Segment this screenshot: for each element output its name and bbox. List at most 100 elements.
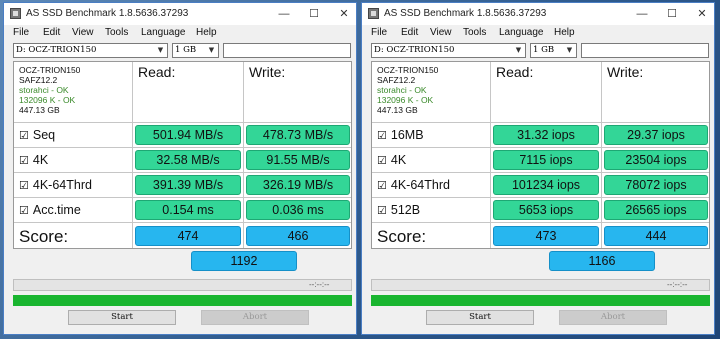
chevron-down-icon: ▼ xyxy=(566,46,573,54)
16mb-write-value: 29.37 iops xyxy=(604,125,708,145)
menu-language[interactable]: Language xyxy=(499,27,544,38)
title-bar[interactable]: AS SSD Benchmark 1.8.5636.37293 — ☐ ✕ xyxy=(362,3,714,25)
drive-select-value: D: OCZ-TRION150 xyxy=(374,45,455,55)
drive-info: OCZ-TRION150 SAFZ12.2 storahci - OK 1320… xyxy=(377,65,438,115)
elapsed-time: --:--:-- xyxy=(667,280,688,289)
score-write: 466 xyxy=(246,226,350,246)
checked-checkbox-icon[interactable]: ☑ xyxy=(19,154,29,167)
progress-bar xyxy=(371,295,710,306)
drive-select[interactable]: D: OCZ-TRION150 ▼ xyxy=(13,43,168,58)
drive-model: OCZ-TRION150 xyxy=(19,65,81,75)
menu-edit[interactable]: Edit xyxy=(401,27,418,38)
size-select-value: 1 GB xyxy=(175,45,197,55)
checked-checkbox-icon[interactable]: ☑ xyxy=(19,129,29,142)
score-total: 1192 xyxy=(191,251,297,271)
test-4k-64thrd[interactable]: ☑ 4K-64Thrd xyxy=(19,178,92,192)
results-grid: OCZ-TRION150 SAFZ12.2 storahci - OK 1320… xyxy=(371,61,710,271)
alignment-status: 132096 K - OK xyxy=(377,95,434,105)
menu-view[interactable]: View xyxy=(72,27,94,38)
16mb-read-value: 31.32 iops xyxy=(493,125,599,145)
progress-bar xyxy=(13,295,352,306)
close-icon[interactable]: ✕ xyxy=(336,6,352,22)
benchmark-window-iops: AS SSD Benchmark 1.8.5636.37293 — ☐ ✕ Fi… xyxy=(361,2,715,335)
4k64-read-value: 391.39 MB/s xyxy=(135,175,241,195)
chevron-down-icon: ▼ xyxy=(208,46,215,54)
checked-checkbox-icon[interactable]: ☑ xyxy=(19,179,29,192)
menu-bar: File Edit View Tools Language Help xyxy=(362,25,714,41)
test-acc-time[interactable]: ☑ Acc.time xyxy=(19,203,81,217)
4k-write-value: 23504 iops xyxy=(604,150,708,170)
chevron-down-icon: ▼ xyxy=(515,46,522,54)
window-title: AS SSD Benchmark 1.8.5636.37293 xyxy=(26,8,189,19)
4k-read-value: 32.58 MB/s xyxy=(135,150,241,170)
driver-status: storahci - OK xyxy=(377,85,427,95)
checked-checkbox-icon[interactable]: ☑ xyxy=(19,204,29,217)
score-total: 1166 xyxy=(549,251,655,271)
app-icon xyxy=(10,8,21,19)
driver-status: storahci - OK xyxy=(19,85,69,95)
test-512b[interactable]: ☑ 512B xyxy=(377,203,420,217)
menu-tools[interactable]: Tools xyxy=(105,27,128,38)
4k64-write-value: 78072 iops xyxy=(604,175,708,195)
chevron-down-icon: ▼ xyxy=(157,46,164,54)
maximize-icon[interactable]: ☐ xyxy=(306,6,322,22)
menu-file[interactable]: File xyxy=(13,27,29,38)
score-read: 474 xyxy=(135,226,241,246)
size-select[interactable]: 1 GB ▼ xyxy=(172,43,219,58)
drive-model: OCZ-TRION150 xyxy=(377,65,439,75)
checked-checkbox-icon[interactable]: ☑ xyxy=(377,154,387,167)
score-label: Score: xyxy=(19,227,69,246)
score-write: 444 xyxy=(604,226,708,246)
drive-select-value: D: OCZ-TRION150 xyxy=(16,45,97,55)
menu-edit[interactable]: Edit xyxy=(43,27,60,38)
acc-read-value: 0.154 ms xyxy=(135,200,241,220)
status-bar xyxy=(13,279,352,291)
abort-button[interactable]: Abort xyxy=(201,310,309,325)
test-4k[interactable]: ☑ 4K xyxy=(19,153,48,167)
title-bar[interactable]: AS SSD Benchmark 1.8.5636.37293 — ☐ ✕ xyxy=(4,3,356,25)
menu-help[interactable]: Help xyxy=(554,27,575,38)
benchmark-window-mbps: AS SSD Benchmark 1.8.5636.37293 — ☐ ✕ Fi… xyxy=(3,2,357,335)
size-select[interactable]: 1 GB ▼ xyxy=(530,43,577,58)
menu-bar: File Edit View Tools Language Help xyxy=(4,25,356,41)
blank-field[interactable] xyxy=(223,43,351,58)
results-grid: OCZ-TRION150 SAFZ12.2 storahci - OK 1320… xyxy=(13,61,352,271)
blank-field[interactable] xyxy=(581,43,709,58)
checked-checkbox-icon[interactable]: ☑ xyxy=(377,204,387,217)
minimize-icon[interactable]: — xyxy=(634,6,650,22)
minimize-icon[interactable]: — xyxy=(276,6,292,22)
test-seq[interactable]: ☑ Seq xyxy=(19,128,55,142)
menu-language[interactable]: Language xyxy=(141,27,186,38)
test-4k[interactable]: ☑ 4K xyxy=(377,153,406,167)
checked-checkbox-icon[interactable]: ☑ xyxy=(377,179,387,192)
drive-firmware: SAFZ12.2 xyxy=(19,75,58,85)
write-header: Write: xyxy=(607,64,644,80)
drive-info: OCZ-TRION150 SAFZ12.2 storahci - OK 1320… xyxy=(19,65,80,115)
write-header: Write: xyxy=(249,64,286,80)
acc-write-value: 0.036 ms xyxy=(246,200,350,220)
4k-read-value: 7115 iops xyxy=(493,150,599,170)
4k64-write-value: 326.19 MB/s xyxy=(246,175,350,195)
menu-view[interactable]: View xyxy=(430,27,452,38)
elapsed-time: --:--:-- xyxy=(309,280,330,289)
window-title: AS SSD Benchmark 1.8.5636.37293 xyxy=(384,8,547,19)
read-header: Read: xyxy=(138,64,176,80)
maximize-icon[interactable]: ☐ xyxy=(664,6,680,22)
seq-read-value: 501.94 MB/s xyxy=(135,125,241,145)
test-4k-64thrd[interactable]: ☑ 4K-64Thrd xyxy=(377,178,450,192)
checked-checkbox-icon[interactable]: ☑ xyxy=(377,129,387,142)
seq-write-value: 478.73 MB/s xyxy=(246,125,350,145)
close-icon[interactable]: ✕ xyxy=(694,6,710,22)
size-select-value: 1 GB xyxy=(533,45,555,55)
4k64-read-value: 101234 iops xyxy=(493,175,599,195)
score-label: Score: xyxy=(377,227,427,246)
abort-button[interactable]: Abort xyxy=(559,310,667,325)
menu-file[interactable]: File xyxy=(371,27,387,38)
start-button[interactable]: Start xyxy=(68,310,176,325)
toolbar: D: OCZ-TRION150 ▼ 1 GB ▼ xyxy=(362,41,714,61)
test-16mb[interactable]: ☑ 16MB xyxy=(377,128,424,142)
menu-help[interactable]: Help xyxy=(196,27,217,38)
start-button[interactable]: Start xyxy=(426,310,534,325)
drive-select[interactable]: D: OCZ-TRION150 ▼ xyxy=(371,43,526,58)
menu-tools[interactable]: Tools xyxy=(463,27,486,38)
